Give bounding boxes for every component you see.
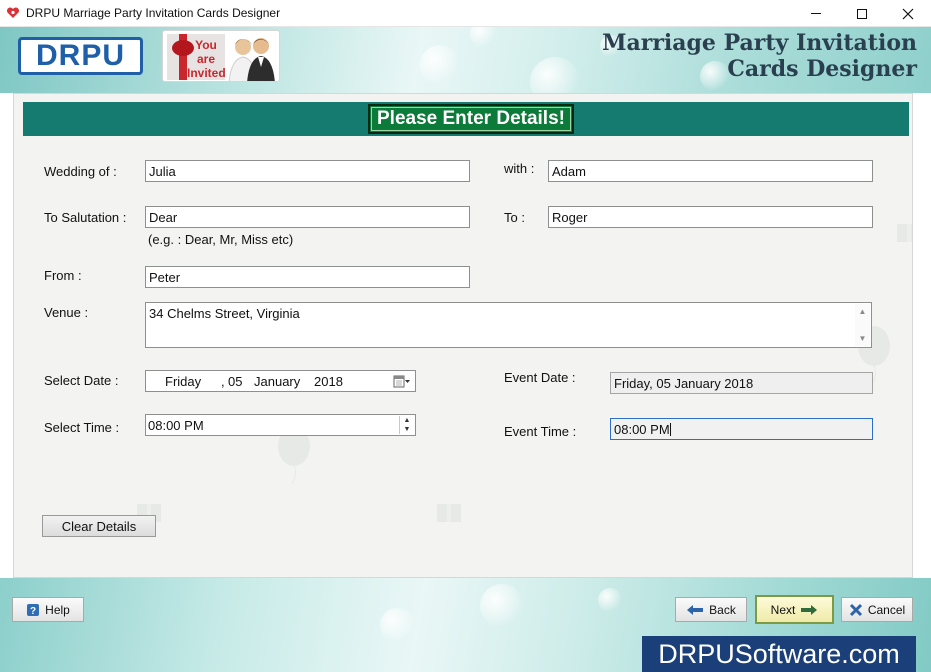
badge-text-line: You: [195, 38, 217, 52]
scroll-down-icon[interactable]: ▼: [855, 331, 870, 346]
details-form-panel: Please Enter Details! Wedding of : Julia…: [13, 93, 913, 578]
date-year[interactable]: 2018: [314, 374, 343, 389]
app-title-line: Cards Designer: [727, 56, 917, 82]
salutation-hint: (e.g. : Dear, Mr, Miss etc): [148, 232, 294, 247]
section-title: Please Enter Details!: [368, 104, 574, 134]
cancel-button[interactable]: Cancel: [841, 597, 913, 622]
event-time-field[interactable]: 08:00 PM: [610, 418, 873, 440]
back-button[interactable]: Back: [675, 597, 747, 622]
footer-bar: ? Help Back Next Cancel DRPUSoftware.com: [0, 578, 931, 672]
bubble-decoration: [380, 608, 414, 642]
invitation-card-image: You are Invited: [167, 34, 226, 80]
close-button[interactable]: [885, 0, 931, 27]
gift-decoration: [437, 504, 461, 522]
to-input[interactable]: Roger: [548, 206, 873, 228]
maximize-button[interactable]: [839, 0, 885, 27]
scroll-up-icon[interactable]: ▲: [855, 304, 870, 319]
event-date-label: Event Date :: [504, 370, 576, 385]
event-date-field: Friday, 05 January 2018: [610, 372, 873, 394]
from-input[interactable]: Peter: [145, 266, 470, 288]
select-time-label: Select Time :: [44, 420, 120, 435]
with-input[interactable]: Adam: [548, 160, 873, 182]
date-month[interactable]: January: [254, 374, 300, 389]
app-heart-icon: [6, 7, 20, 18]
wedding-of-input[interactable]: Julia: [145, 160, 470, 182]
cancel-label: Cancel: [867, 602, 906, 617]
bubble-decoration: [598, 588, 622, 612]
app-title: Marriage Party Invitation Cards Designer: [602, 30, 917, 82]
drpu-logo: DRPU: [18, 37, 143, 75]
to-label: To :: [504, 210, 525, 225]
badge-text-line: are: [196, 52, 216, 66]
next-label: Next: [770, 602, 796, 617]
help-icon: ?: [27, 603, 40, 617]
spin-down-icon[interactable]: ▼: [400, 425, 414, 434]
venue-label: Venue :: [44, 305, 89, 320]
close-icon: [902, 8, 914, 19]
help-button[interactable]: ? Help: [12, 597, 84, 622]
date-day[interactable]: 05: [228, 374, 242, 389]
app-title-line: Marriage Party Invitation: [602, 30, 917, 56]
minimize-icon: [811, 13, 821, 14]
select-date-picker[interactable]: Friday , 05 January 2018: [145, 370, 416, 392]
from-label: From :: [44, 268, 82, 283]
select-date-label: Select Date :: [44, 373, 119, 388]
with-label: with :: [504, 161, 535, 176]
svg-text:?: ?: [30, 606, 36, 617]
next-button[interactable]: Next: [755, 595, 834, 624]
venue-text: 34 Chelms Street, Virginia: [149, 306, 300, 321]
text-caret: [669, 423, 671, 436]
title-bar: DRPU Marriage Party Invitation Cards Des…: [0, 0, 931, 27]
drpusoftware-brand: DRPUSoftware.com: [642, 636, 916, 672]
help-label: Help: [45, 602, 70, 617]
back-label: Back: [709, 602, 736, 617]
maximize-icon: [857, 8, 867, 19]
event-time-value: 08:00 PM: [614, 422, 670, 437]
section-header-bar: Please Enter Details!: [23, 102, 909, 136]
spin-up-icon[interactable]: ▲: [400, 416, 414, 425]
wedding-couple-icon: [228, 38, 275, 81]
date-separator: ,: [221, 374, 225, 389]
event-time-label: Event Time :: [504, 424, 577, 439]
window-title: DRPU Marriage Party Invitation Cards Des…: [26, 6, 281, 20]
bubble-decoration: [530, 57, 580, 93]
venue-scrollbar[interactable]: ▲ ▼: [855, 304, 870, 346]
arrow-left-icon: [687, 604, 704, 615]
header-banner: DRPU You are Invited Marriage Party Invi…: [0, 27, 931, 93]
logo-text: DRPU: [35, 39, 125, 72]
select-time-spinner[interactable]: 08:00 PM ▲ ▼: [145, 414, 416, 436]
clear-details-button[interactable]: Clear Details: [42, 515, 156, 537]
wedding-of-label: Wedding of :: [44, 164, 117, 179]
select-time-value[interactable]: 08:00 PM: [148, 418, 204, 433]
calendar-icon[interactable]: [393, 374, 411, 389]
bubble-decoration: [480, 584, 524, 628]
gift-decoration: [897, 224, 912, 242]
minimize-button[interactable]: [793, 0, 839, 27]
arrow-right-icon: [801, 604, 818, 615]
bubble-decoration: [420, 45, 460, 85]
to-salutation-input[interactable]: Dear: [145, 206, 470, 228]
you-are-invited-badge: You are Invited: [162, 30, 280, 82]
venue-textarea[interactable]: 34 Chelms Street, Virginia ▲ ▼: [145, 302, 872, 348]
to-salutation-label: To Salutation :: [44, 210, 127, 225]
bubble-decoration: [470, 27, 496, 47]
badge-text: You are Invited: [187, 38, 226, 80]
badge-text-line: Invited: [187, 66, 226, 80]
time-spin-buttons[interactable]: ▲ ▼: [399, 416, 414, 434]
date-day-name[interactable]: Friday: [165, 374, 201, 389]
cancel-x-icon: [849, 603, 862, 616]
